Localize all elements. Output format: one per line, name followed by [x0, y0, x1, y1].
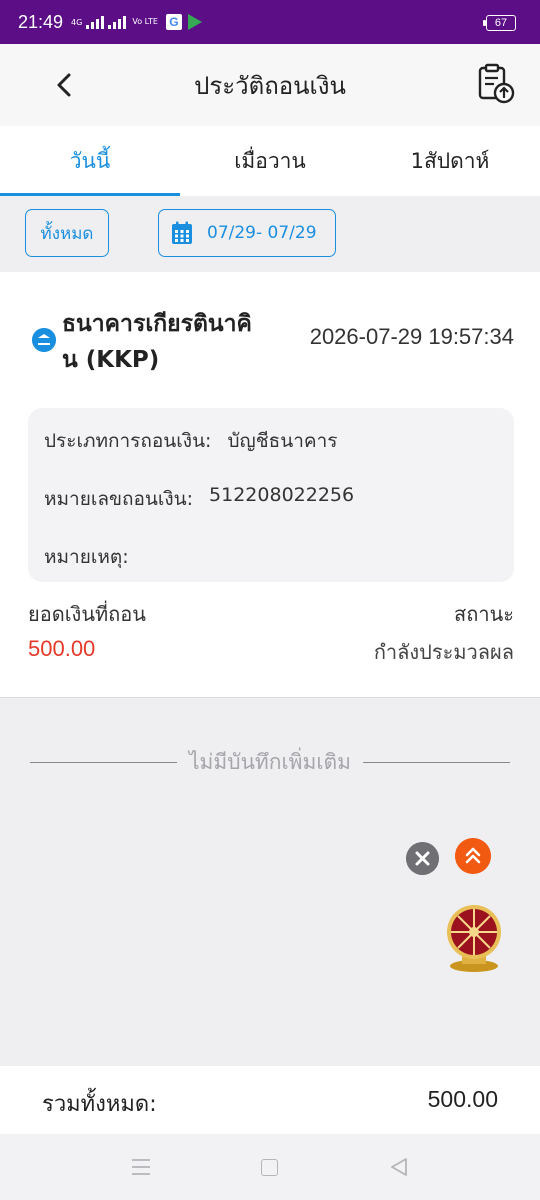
filter-all-button[interactable]: ทั้งหมด — [25, 209, 109, 257]
bank-icon — [32, 328, 56, 352]
back-button[interactable] — [50, 70, 80, 100]
system-nav-bar — [0, 1134, 540, 1200]
record-details: ประเภทการถอนเงิน: บัญชีธนาคาร หมายเลขถอน… — [28, 408, 514, 582]
withdraw-number-value: 512208022256 — [209, 484, 355, 506]
google-icon: G — [165, 14, 182, 30]
withdraw-type-label: ประเภทการถอนเงิน: — [44, 430, 212, 452]
play-store-icon — [187, 14, 202, 30]
filter-bar: ทั้งหมด 07/29- 07/29 — [0, 197, 540, 272]
close-float-button[interactable] — [406, 842, 439, 875]
no-more-text: ไม่มีบันทึกเพิ่มเติม — [189, 749, 352, 774]
page-title: ประวัติถอนเงิน — [194, 71, 346, 100]
scroll-top-button[interactable] — [455, 838, 491, 874]
date-range-text: 07/29- 07/29 — [207, 223, 317, 243]
battery-indicator: 67 — [483, 15, 516, 31]
total-value: 500.00 — [427, 1086, 498, 1112]
amount-value: 500.00 — [28, 636, 96, 661]
calendar-icon — [172, 221, 192, 244]
withdraw-type-value: บัญชีธนาคาร — [227, 430, 338, 452]
withdraw-number-label: หมายเลขถอนเงิน: — [44, 488, 194, 510]
detail-row-note: หมายเหตุ: — [44, 538, 498, 596]
signal-icon — [86, 15, 105, 29]
detail-row-number: หมายเลขถอนเงิน: 512208022256 — [44, 480, 498, 538]
detail-row-type: ประเภทการถอนเงิน: บัญชีธนาคาร — [44, 422, 498, 480]
export-button[interactable] — [476, 62, 516, 104]
system-back-icon[interactable] — [388, 1156, 410, 1178]
status-label: สถานะ — [454, 602, 514, 626]
recent-apps-icon[interactable] — [131, 1158, 151, 1176]
status-value: กำลังประมวลผล — [373, 640, 514, 664]
divider-left — [30, 761, 177, 763]
total-bar: รวมทั้งหมด: 500.00 — [0, 1066, 540, 1134]
date-range-button[interactable]: 07/29- 07/29 — [158, 209, 336, 257]
withdrawal-record[interactable]: ธนาคารเกียรตินาคิน (KKP) 2026-07-29 19:5… — [0, 272, 540, 698]
network-type-label: 4G — [71, 17, 83, 27]
no-more-records: ไม่มีบันทึกเพิ่มเติม — [30, 744, 511, 780]
record-time: 2026-07-29 19:57:34 — [309, 324, 514, 349]
signal-icon-2 — [108, 15, 127, 29]
lucky-wheel-icon[interactable] — [442, 902, 506, 974]
divider-right — [363, 761, 511, 763]
status-bar: 21:49 4G Vo LTE G 67 — [0, 0, 540, 44]
note-label: หมายเหตุ: — [44, 546, 129, 568]
tab-yesterday[interactable]: เมื่อวาน — [180, 126, 360, 196]
total-label: รวมทั้งหมด: — [42, 1092, 157, 1117]
date-tabs: วันนี้ เมื่อวาน 1สัปดาห์ — [0, 126, 540, 196]
tab-today[interactable]: วันนี้ — [0, 126, 180, 196]
app-header: ประวัติถอนเงิน — [0, 44, 540, 126]
tab-one-week[interactable]: 1สัปดาห์ — [360, 126, 540, 196]
status-time: 21:49 — [18, 11, 64, 32]
home-icon[interactable] — [261, 1159, 278, 1176]
volte-label: Vo LTE — [132, 17, 158, 26]
bank-name: ธนาคารเกียรตินาคิน (KKP) — [62, 311, 252, 373]
amount-label: ยอดเงินที่ถอน — [28, 602, 146, 626]
